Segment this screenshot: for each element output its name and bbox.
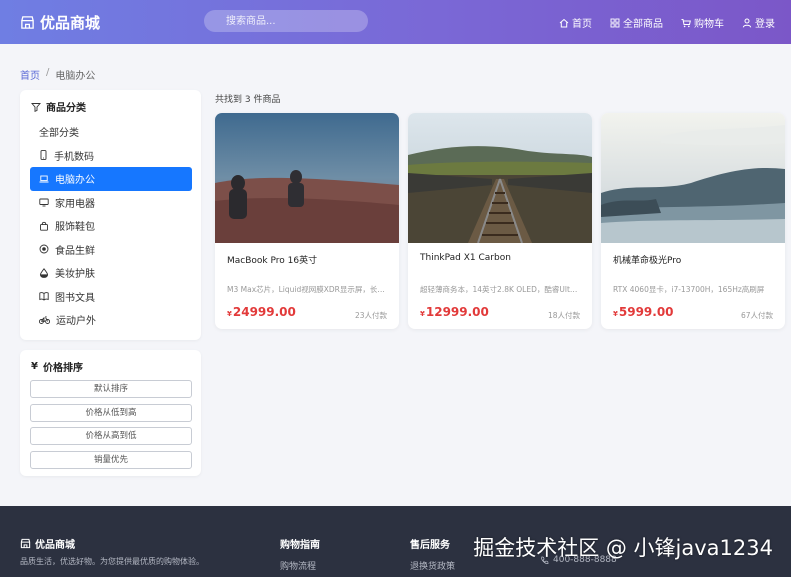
laptop-icon [39,175,49,183]
footer-link[interactable]: 购物流程 [280,559,320,572]
category-item-label: 美妆护肤 [55,269,95,281]
sort-options: 默认排序 价格从低到高 价格从高到低 销量优先 [30,380,192,474]
bike-icon [39,316,50,324]
nav-cart[interactable]: 购物车 [681,15,724,30]
breadcrumb-separator: / [46,67,50,78]
brand-name: 优品商城 [40,14,101,32]
product-price: ¥12999.00 [420,305,489,319]
footer-slogan: 品质生活，优选好物。为您提供最优质的购物体验。 [20,557,204,566]
category-item-sports[interactable]: 运动户外 [30,308,192,332]
sort-price-desc-button[interactable]: 价格从高到低 [30,427,192,445]
yen-icon: ¥ [31,361,38,372]
breadcrumb: 首页 / 电脑办公 [20,67,95,82]
footer-column-heading: 购物指南 [280,540,320,551]
category-item-label: 食品生鲜 [55,245,95,257]
site-footer: 优品商城 品质生活，优选好物。为您提供最优质的购物体验。 购物指南 购物流程 售… [0,506,791,577]
breadcrumb-current: 电脑办公 [55,71,96,82]
category-panel: 商品分类 全部分类 手机数码 电脑办公 家用电器 服饰鞋包 食品生鲜 美妆护肤 [20,90,201,340]
nav-cart-label: 购物车 [694,19,724,30]
store-icon [21,16,34,29]
sort-title-text: 价格排序 [42,363,83,374]
category-title: 商品分类 [31,99,86,114]
brand-logo[interactable]: 优品商城 [20,12,100,33]
phone-icon [40,150,47,161]
footer-brand[interactable]: 优品商城 [20,536,75,551]
nav-login-label: 登录 [755,19,775,30]
home-icon [559,18,569,27]
filter-icon [31,102,41,112]
category-item-food[interactable]: 食品生鲜 [30,238,192,262]
product-name: MacBook Pro 16英寸 [227,256,318,266]
book-icon [39,292,49,301]
main-nav: 首页 全部商品 购物车 登录 [559,15,775,30]
price-currency: ¥ [613,310,618,318]
product-description: 超轻薄商务本，14英寸2.8K OLED，酷睿Ultra处理器 [420,285,580,294]
drop-icon [39,267,49,278]
top-header: 优品商城 首页 全部商品 购物车 登录 [0,0,791,44]
result-count: 共找到 3 件商品 [215,95,281,105]
category-item-beauty[interactable]: 美妆护肤 [30,261,192,285]
product-image [601,113,785,243]
price-currency: ¥ [227,310,232,318]
product-sales: 67人付款 [740,311,773,320]
nav-all-products-label: 全部商品 [623,19,663,30]
footer-column-guide: 购物指南 购物流程 [280,536,320,577]
nav-home-label: 首页 [572,19,592,30]
store-icon [20,538,31,549]
product-card[interactable]: ThinkPad X1 Carbon 超轻薄商务本，14英寸2.8K OLED，… [408,113,592,329]
footer-link[interactable]: 退换货政策 [410,559,455,572]
category-list: 全部分类 手机数码 电脑办公 家用电器 服饰鞋包 食品生鲜 美妆护肤 图书文具 [30,120,192,332]
product-image [408,113,592,244]
nav-all-products[interactable]: 全部商品 [610,15,663,30]
product-price: ¥24999.00 [227,305,296,319]
product-price: ¥5999.00 [613,305,674,319]
grid-icon [610,18,620,27]
price-value: 5999.00 [618,305,674,319]
footer-brand-name: 优品商城 [35,540,75,551]
cart-icon [681,18,691,27]
user-icon [742,18,752,28]
category-item-appliances[interactable]: 家用电器 [30,191,192,215]
nav-login[interactable]: 登录 [742,15,775,30]
nav-home[interactable]: 首页 [559,15,592,30]
price-value: 12999.00 [425,305,489,319]
food-icon [39,244,49,254]
sort-sales-button[interactable]: 销量优先 [30,450,192,469]
bag-icon [40,221,48,231]
sort-title: ¥ 价格排序 [31,359,83,374]
breadcrumb-home[interactable]: 首页 [20,67,40,82]
category-item-apparel[interactable]: 服饰鞋包 [30,214,192,238]
category-item-books[interactable]: 图书文具 [30,285,192,309]
category-item-all[interactable]: 全部分类 [30,120,192,144]
category-item-label: 全部分类 [39,128,79,140]
product-sales: 18人付款 [547,311,580,320]
sort-default-button[interactable]: 默认排序 [30,380,192,398]
category-item-label: 电脑办公 [55,175,95,187]
product-description: RTX 4060显卡，i7-13700H，165Hz高刷屏 [613,285,765,294]
sort-panel: ¥ 价格排序 默认排序 价格从低到高 价格从高到低 销量优先 [20,350,201,476]
category-item-computers[interactable]: 电脑办公 [30,167,192,191]
category-item-label: 手机数码 [54,151,94,163]
price-value: 24999.00 [232,305,296,319]
category-title-text: 商品分类 [46,103,86,114]
footer-column-heading: 售后服务 [410,540,450,551]
product-description: M3 Max芯片，Liquid视网膜XDR显示屏，长续航 [227,285,387,294]
product-card[interactable]: 机械革命极光Pro RTX 4060显卡，i7-13700H，165Hz高刷屏 … [601,113,785,329]
product-name: 机械革命极光Pro [613,256,682,266]
product-name: ThinkPad X1 Carbon [420,253,511,263]
footer-column-service: 售后服务 退换货政策 [410,536,455,577]
watermark: 掘金技术社区 @ 小锋java1234 [473,536,773,560]
product-sales: 23人付款 [354,311,387,320]
search-input[interactable] [204,10,368,32]
tv-icon [39,198,49,207]
product-image [215,113,399,243]
category-item-label: 家用电器 [55,198,95,210]
price-currency: ¥ [420,310,425,318]
category-item-label: 运动户外 [56,316,96,328]
category-item-label: 服饰鞋包 [55,222,95,234]
category-item-phones[interactable]: 手机数码 [30,144,192,168]
product-card[interactable]: MacBook Pro 16英寸 M3 Max芯片，Liquid视网膜XDR显示… [215,113,399,329]
sort-price-asc-button[interactable]: 价格从低到高 [30,403,192,422]
category-item-label: 图书文具 [55,292,95,304]
